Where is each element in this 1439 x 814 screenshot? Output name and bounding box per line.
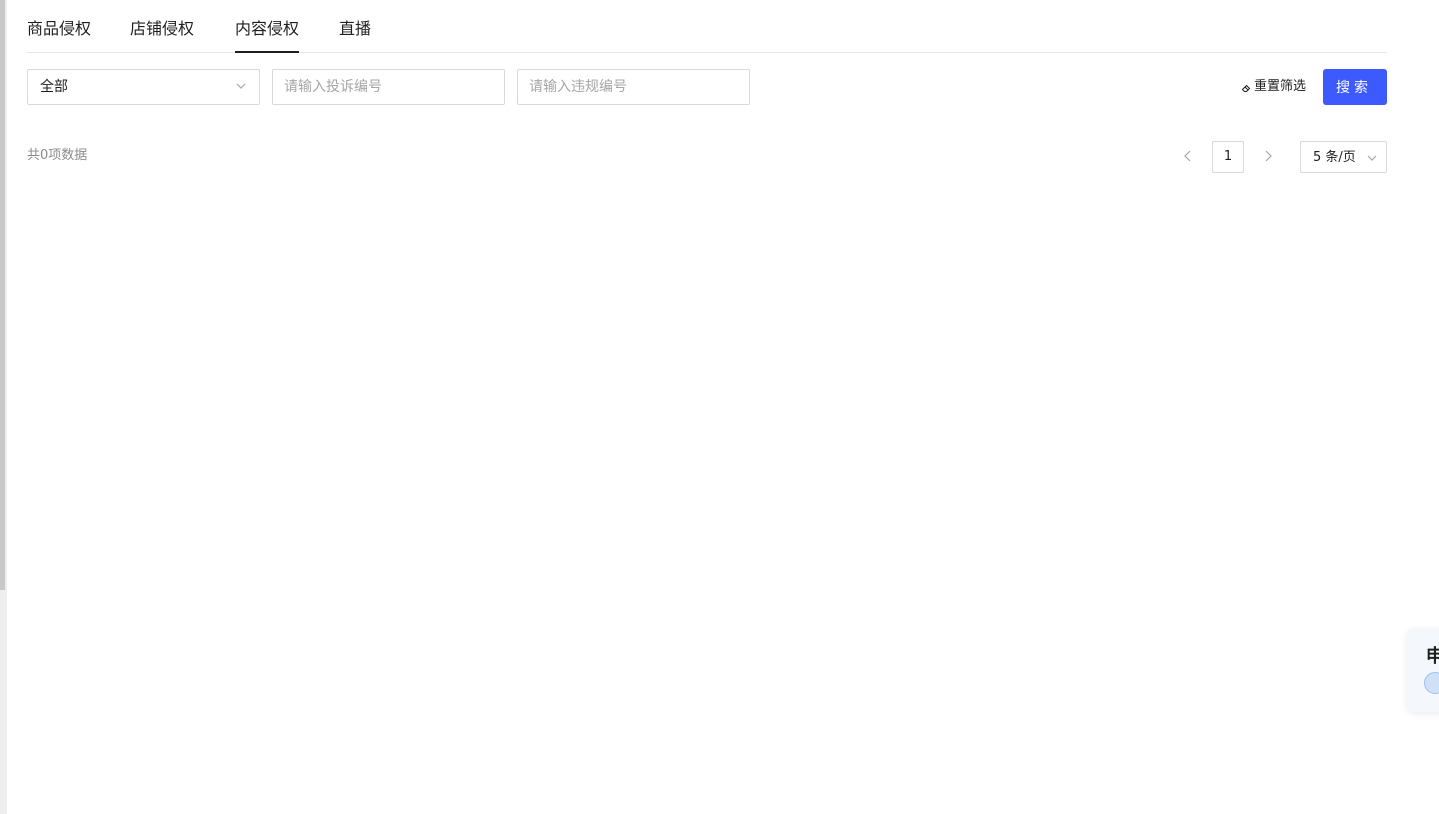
page-size-select[interactable]: 5 条/页 (1300, 141, 1387, 173)
eraser-icon (1241, 84, 1251, 92)
tab-product-infringement[interactable]: 商品侵权 (27, 17, 91, 52)
reset-filters-button[interactable]: 重置筛选 (1241, 78, 1306, 96)
total-count-text: 共0项数据 (27, 148, 88, 163)
floating-help-widget[interactable]: 申 (1407, 628, 1439, 712)
chevron-left-icon[interactable] (1181, 149, 1195, 163)
chevron-right-icon[interactable] (1261, 149, 1275, 163)
floating-widget-text: 申 (1426, 646, 1439, 667)
tab-store-infringement[interactable]: 店铺侵权 (130, 17, 194, 52)
content-page: 商品侵权 店铺侵权 内容侵权 直播 全部 重置筛选 搜索 共0项数据 1 5 条… (27, 0, 1387, 814)
search-button[interactable]: 搜索 (1323, 69, 1387, 105)
type-select[interactable]: 全部 (27, 69, 260, 105)
reset-filters-label: 重置筛选 (1254, 79, 1307, 94)
page-size-label: 5 条/页 (1313, 150, 1356, 165)
violation-number-input[interactable] (517, 69, 750, 105)
chevron-down-icon (236, 83, 246, 89)
type-select-value: 全部 (40, 79, 68, 95)
tab-content-infringement[interactable]: 内容侵权 (235, 17, 300, 53)
assistant-icon (1424, 672, 1439, 694)
tab-bar: 商品侵权 店铺侵权 内容侵权 直播 (27, 0, 1387, 53)
pagination-page-1[interactable]: 1 (1212, 141, 1244, 173)
chevron-down-icon (1367, 155, 1377, 161)
left-scrollbar-thumb[interactable] (0, 0, 5, 590)
tab-live[interactable]: 直播 (339, 17, 371, 52)
complaint-number-input[interactable] (272, 69, 505, 105)
